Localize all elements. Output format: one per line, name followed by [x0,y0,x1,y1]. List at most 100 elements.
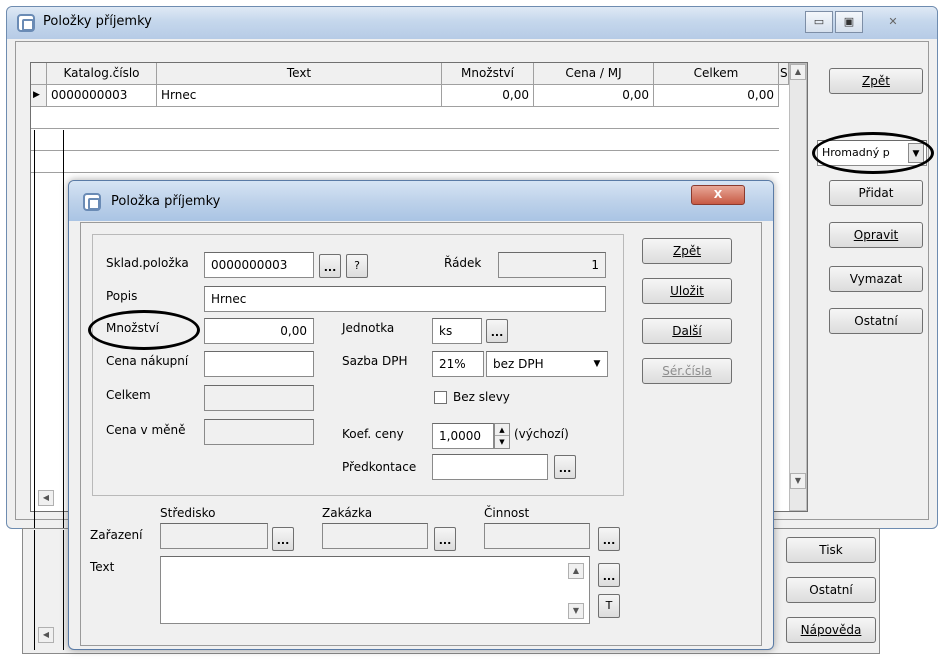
table-cell[interactable]: 0000000003 [47,85,157,107]
app-icon [17,14,35,32]
spin-up-icon[interactable]: ▲ [495,424,509,436]
col-header-s[interactable]: S [779,63,789,85]
chevron-down-icon[interactable]: ▼ [589,355,605,373]
scroll-down-icon[interactable]: ▼ [790,473,806,489]
zakazka-field [322,523,428,549]
print-button[interactable]: Tisk [786,537,876,563]
jednotka-browse-button[interactable]: ... [486,319,508,343]
sazba-field[interactable]: 21% [432,351,484,377]
dph-mode-select[interactable]: bez DPH ▼ [486,351,608,377]
delete-button[interactable]: Vymazat [829,266,923,292]
sklad-label: Sklad.položka [106,256,189,270]
item-dialog-title: Položka příjemky [111,194,221,209]
dialog-app-icon [83,193,101,211]
empty-row [31,107,779,129]
dialog-next-button[interactable]: Další [642,318,732,344]
text-area[interactable] [160,556,590,624]
sklad-help-button[interactable]: ? [346,254,368,278]
cena-nakupni-label: Cena nákupní [106,354,189,368]
spin-down-icon[interactable]: ▼ [495,436,509,448]
stredisko-browse-button[interactable]: ... [272,527,294,551]
stredisko-field [160,523,268,549]
predkontace-browse-button[interactable]: ... [554,455,576,479]
edit-button-label: Opravit [853,228,899,242]
grid-vertical-scrollbar[interactable] [789,63,807,511]
dph-mode-value: bez DPH [493,357,544,371]
sklad-field[interactable]: 0000000003 [204,252,314,278]
koef-field[interactable]: 1,0000 [432,423,494,449]
dialog-back-button[interactable]: Zpět [642,238,732,264]
add-button-label: Přidat [858,186,894,200]
table-cell[interactable]: 0,00 [654,85,779,107]
jednotka-field[interactable]: ks [432,318,482,344]
other-button-label: Ostatní [854,314,898,328]
cena-nakupni-field[interactable] [204,351,314,377]
cinnost-label: Činnost [484,506,530,520]
back-button-label: Zpět [862,74,890,88]
radek-field: 1 [498,252,606,278]
cena-v-mene-label: Cena v měně [106,423,186,437]
zakazka-label: Zakázka [322,506,373,520]
stredisko-label: Středisko [160,506,216,520]
mnozstvi-field[interactable]: 0,00 [204,318,314,344]
koef-spinner[interactable]: ▲ ▼ [494,423,510,449]
dialog-close-button[interactable]: X [691,185,745,205]
table-cell[interactable]: 0,00 [442,85,534,107]
text-browse-button[interactable]: ... [598,563,620,587]
back-button[interactable]: Zpět [829,68,923,94]
dialog-next-label: Další [672,324,702,338]
sklad-browse-button[interactable]: ... [319,254,341,278]
add-button[interactable]: Přidat [829,180,923,206]
serial-numbers-label: Sér.čísla [662,364,712,378]
cinnost-field [484,523,590,549]
text-scroll-up-icon[interactable]: ▲ [568,563,584,579]
delete-button-label: Vymazat [849,272,903,286]
text-template-button[interactable]: T [598,594,620,618]
row-indicator: ▶ [31,85,47,107]
empty-row [31,151,779,173]
col-header-celkem[interactable]: Celkem [654,63,779,85]
dialog-back-label: Zpět [673,244,701,258]
popis-field[interactable]: Hrnec [204,286,606,312]
col-header-katalog[interactable]: Katalog.číslo [47,63,157,85]
minimize-button[interactable]: ▭ [805,11,833,33]
predkontace-field[interactable] [432,454,548,480]
items-window-title: Položky příjemky [43,14,152,29]
highlight-ellipse-combo [812,132,934,174]
grid-row-header [31,63,47,85]
other2-button[interactable]: Ostatní [786,577,876,603]
col-header-text[interactable]: Text [157,63,442,85]
serial-numbers-button[interactable]: Sér.čísla [642,358,732,384]
empty-row [31,129,779,151]
scroll-up-icon[interactable]: ▲ [790,64,806,80]
dialog-save-button[interactable]: Uložit [642,278,732,304]
zakazka-browse-button[interactable]: ... [434,527,456,551]
table-cell[interactable]: Hrnec [157,85,442,107]
item-dialog-titlebar: Položka příjemky X [69,181,773,221]
text-scroll-down-icon[interactable]: ▼ [568,603,584,619]
zarazeni-label: Zařazení [90,528,143,542]
other-button[interactable]: Ostatní [829,308,923,334]
help-button[interactable]: Nápověda [786,617,876,643]
col-header-cena-mj[interactable]: Cena / MJ [534,63,654,85]
text-label: Text [90,560,115,574]
print-button-label: Tisk [819,543,843,557]
bez-slevy-checkbox[interactable] [434,391,447,404]
close-button[interactable]: ✕ [865,11,921,33]
radek-label: Řádek [444,256,482,270]
predkontace-label: Předkontace [342,460,417,474]
lower-scroll-left-icon[interactable]: ◀ [38,627,54,643]
edit-button[interactable]: Opravit [829,222,923,248]
cinnost-browse-button[interactable]: ... [598,527,620,551]
celkem-label: Celkem [106,388,151,402]
vychozi-label: (výchozí) [514,427,569,441]
table-cell[interactable]: 0,00 [534,85,654,107]
sazba-dph-label: Sazba DPH [342,354,408,368]
col-header-mnozstvi[interactable]: Množství [442,63,534,85]
scroll-left-icon[interactable]: ◀ [38,490,54,506]
maximize-button[interactable]: ▣ [835,11,863,33]
other2-button-label: Ostatní [809,583,853,597]
dialog-save-label: Uložit [670,284,704,298]
items-window-titlebar: Položky příjemky ▭ ▣ ✕ [7,7,937,39]
koef-label: Koef. ceny [342,427,404,441]
